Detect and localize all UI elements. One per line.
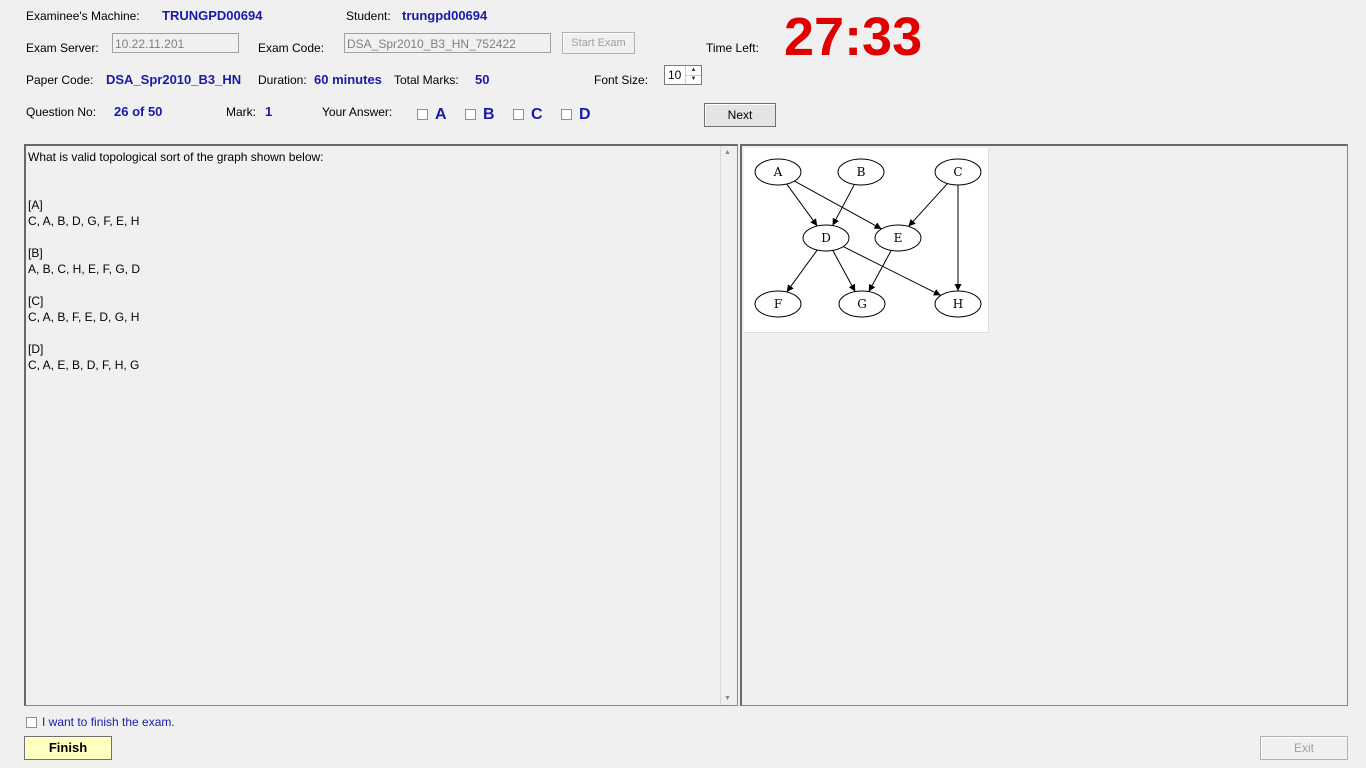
graph-node-label: F (774, 297, 782, 311)
time-left-value: 27:33 (784, 7, 923, 67)
graph-diagram: A B C D E F G H (754, 158, 982, 318)
total-marks-value: 50 (475, 72, 490, 87)
graph-node-h: H (934, 290, 982, 318)
mark-value: 1 (265, 104, 273, 119)
server-field[interactable]: 10.22.11.201 (112, 33, 239, 53)
answer-a-label: A (435, 106, 447, 123)
graph-node-label: B (857, 165, 866, 179)
graph-edge-d-f (786, 249, 818, 293)
graph-image: A B C D E F G H (744, 148, 989, 333)
duration-label: Duration: (258, 73, 307, 87)
start-exam-button[interactable]: Start Exam (562, 32, 635, 54)
paper-code-label: Paper Code: (26, 73, 94, 87)
graph-edge-e-g (868, 250, 892, 292)
total-marks-label: Total Marks: (394, 73, 459, 87)
student-value: trungpd00694 (402, 8, 488, 23)
answer-d-checkbox[interactable] (561, 109, 572, 120)
graph-node-label: E (894, 231, 903, 245)
answer-b-checkbox[interactable] (465, 109, 476, 120)
your-answer-label: Your Answer: (322, 105, 393, 119)
paper-code-value: DSA_Spr2010_B3_HN (106, 72, 242, 87)
student-label: Student: (346, 9, 391, 23)
exam-code-field[interactable]: DSA_Spr2010_B3_HN_752422 (344, 33, 551, 53)
exit-button[interactable]: Exit (1260, 736, 1348, 760)
scroll-down-icon[interactable]: ▼ (724, 695, 731, 702)
image-panel: A B C D E F G H (740, 144, 1348, 706)
graph-edge-b-d (832, 184, 855, 226)
mark-label: Mark: (226, 105, 256, 119)
font-size-spinner[interactable]: 10 ▲ ▼ (664, 65, 702, 85)
graph-node-f: F (754, 290, 802, 318)
graph-node-label: A (773, 165, 783, 179)
graph-node-label: D (821, 231, 831, 245)
question-no-label: Question No: (26, 105, 97, 119)
graph-node-label: C (953, 165, 962, 179)
graph-edge-d-h (843, 246, 941, 296)
font-size-value: 10 (668, 68, 682, 82)
graph-node-label: H (953, 297, 963, 311)
graph-edge-a-e (794, 180, 882, 230)
finish-exam-label: I want to finish the exam. (42, 715, 175, 729)
scroll-up-icon[interactable]: ▲ (724, 149, 731, 156)
graph-node-c: C (934, 158, 982, 186)
graph-edge-d-g (832, 250, 856, 292)
next-button[interactable]: Next (704, 103, 776, 127)
answer-c-label: C (531, 106, 543, 123)
question-text: What is valid topological sort of the gr… (28, 150, 324, 372)
machine-label: Examinee's Machine: (26, 9, 140, 23)
finish-button[interactable]: Finish (24, 736, 112, 760)
duration-value: 60 minutes (314, 72, 382, 87)
answer-d-label: D (579, 106, 591, 123)
graph-edge-a-d (786, 183, 818, 227)
graph-edge-c-e (908, 183, 948, 227)
server-label: Exam Server: (26, 41, 99, 55)
spin-down-icon[interactable]: ▼ (685, 75, 701, 84)
graph-node-e: E (874, 224, 922, 252)
question-panel[interactable]: What is valid topological sort of the gr… (24, 144, 738, 706)
machine-value: TRUNGPD00694 (162, 8, 263, 23)
finish-exam-checkbox[interactable] (26, 717, 37, 728)
font-size-label: Font Size: (594, 73, 649, 87)
graph-node-label: G (857, 297, 867, 311)
graph-node-a: A (754, 158, 802, 186)
graph-node-g: G (838, 290, 886, 318)
exam-code-label: Exam Code: (258, 41, 325, 55)
question-scrollbar[interactable]: ▲ ▼ (720, 146, 737, 705)
question-no-value: 26 of 50 (114, 104, 163, 119)
answer-c-checkbox[interactable] (513, 109, 524, 120)
time-left-label: Time Left: (706, 41, 759, 55)
answer-a-checkbox[interactable] (417, 109, 428, 120)
answer-b-label: B (483, 106, 495, 123)
graph-node-d: D (802, 224, 850, 252)
graph-node-b: B (837, 158, 885, 186)
